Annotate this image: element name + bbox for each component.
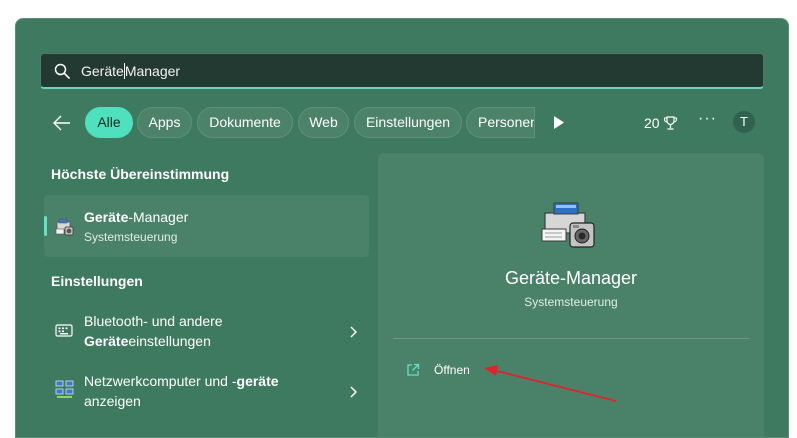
- filter-chip-personen[interactable]: Personen: [466, 107, 535, 138]
- rewards-points[interactable]: 20: [644, 113, 678, 133]
- network-icon: [55, 380, 74, 398]
- search-box[interactable]: GeräteManager: [40, 53, 764, 89]
- device-manager-icon: [541, 202, 595, 248]
- trophy-icon: [663, 116, 677, 130]
- open-external-icon: [407, 363, 420, 376]
- detail-pane: Geräte-Manager Systemsteuerung Öffnen: [378, 153, 764, 437]
- settings-item-network[interactable]: Netzwerkcomputer und -geräte anzeigen: [44, 369, 369, 425]
- chevron-right-icon: [350, 386, 357, 398]
- filter-chip-einstellungen[interactable]: Einstellungen: [354, 107, 462, 138]
- settings-heading: Einstellungen: [51, 273, 143, 289]
- filter-chip-apps[interactable]: Apps: [137, 107, 192, 138]
- best-match-result[interactable]: Geräte-Manager Systemsteuerung: [44, 195, 369, 257]
- best-match-subtitle: Systemsteuerung: [84, 230, 178, 244]
- device-manager-icon: [55, 218, 74, 236]
- filter-bar: Alle Apps Dokumente Web Einstellungen Pe…: [16, 107, 788, 139]
- chevron-right-icon: [350, 326, 357, 338]
- search-input[interactable]: GeräteManager: [81, 63, 180, 79]
- best-match-heading: Höchste Übereinstimmung: [51, 166, 230, 182]
- best-match-title: Geräte-Manager: [84, 209, 189, 225]
- more-options-button[interactable]: ···: [698, 110, 717, 128]
- back-arrow-icon[interactable]: [52, 113, 72, 133]
- selection-indicator: [44, 216, 47, 236]
- filter-chip-web[interactable]: Web: [298, 107, 349, 138]
- detail-app-subtitle: Systemsteuerung: [524, 295, 618, 309]
- settings-item-line2: Geräteeinstellungen: [84, 333, 211, 349]
- settings-item-bluetooth[interactable]: Bluetooth- und andere Geräteeinstellunge…: [44, 309, 369, 365]
- filter-chip-alle[interactable]: Alle: [85, 107, 133, 138]
- settings-item-line1: Bluetooth- und andere: [84, 313, 223, 329]
- search-icon: [54, 63, 70, 79]
- start-search-panel: GeräteManager Alle Apps Dokumente Web Ei…: [15, 18, 789, 438]
- filter-chip-dokumente[interactable]: Dokumente: [197, 107, 293, 138]
- open-label: Öffnen: [434, 363, 470, 377]
- avatar[interactable]: T: [733, 111, 755, 133]
- detail-app-name: Geräte-Manager: [504, 268, 638, 288]
- divider: [393, 338, 749, 339]
- keyboard-settings-icon: [55, 324, 73, 337]
- settings-item-line1: Netzwerkcomputer und -geräte: [84, 373, 279, 389]
- settings-item-line2: anzeigen: [84, 393, 141, 409]
- play-icon[interactable]: [553, 116, 565, 129]
